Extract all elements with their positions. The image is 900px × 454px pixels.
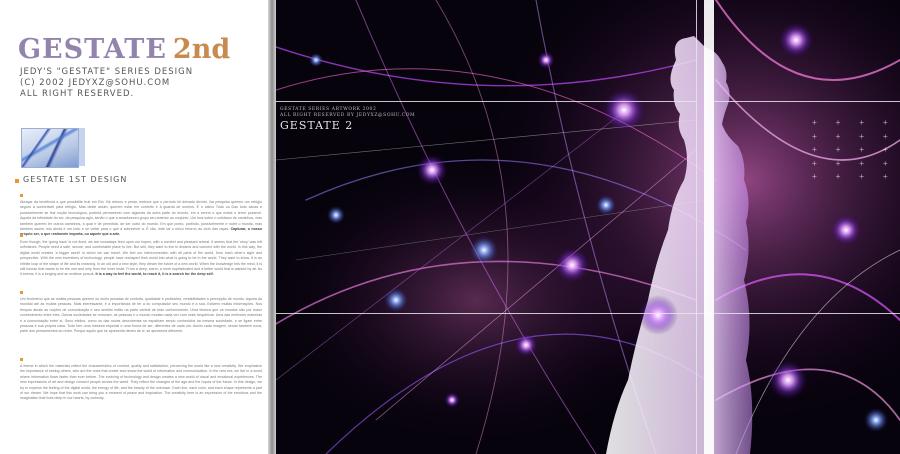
artwork-title: GESTATE 2 [280, 119, 354, 132]
paragraph-text: Even though, the 'going back' is not fix… [20, 240, 262, 277]
vertical-white-band [704, 0, 714, 454]
artwork-caption-line-2: ALL RIGHT RESERVED BY JEDYXZ@SOHU.COM [280, 113, 416, 118]
page-gutter [268, 0, 276, 454]
frame-rule-vertical [696, 0, 697, 454]
section-title: GESTATE 1ST DESIGN [23, 175, 128, 184]
artwork-caption-line-1: GESTATE SERIES ARTWORK 2002 [280, 107, 377, 112]
first-design-thumbnail [21, 128, 79, 168]
title-suffix: 2nd [172, 34, 231, 65]
frame-rule-top [276, 101, 696, 102]
paragraph-bullet-icon [20, 194, 23, 197]
section-bullet-icon [15, 179, 19, 183]
credit-line-rights: ALL RIGHT RESERVED. [20, 89, 135, 99]
paragraph-bullet-icon [20, 234, 23, 237]
paragraph-text: Um fenômeno que as muitas pessoas querem… [20, 297, 262, 334]
credit-line-copyright: (C) 2002 JEDYXZ@SOHU.COM [20, 78, 171, 88]
title-main: GESTATE [18, 34, 167, 65]
paragraph-bullet-icon [20, 358, 23, 361]
cover-text-panel: GESTATE 2nd JEDY'S "GESTATE" SERIES DESIG… [0, 0, 268, 454]
paragraph-english-2: A theme in which the materials reflect t… [20, 358, 262, 402]
plus-grid-decoration: + + + + + + + + + + + + + + + + + + + + [812, 118, 895, 182]
cover-title: GESTATE 2nd [18, 34, 230, 65]
paragraph-bullet-icon [20, 291, 23, 294]
paragraph-text: A theme in which the materials reflect t… [20, 364, 262, 401]
abstract-light-artwork [276, 0, 900, 454]
artwork-panel: GESTATE SERIES ARTWORK 2002 ALL RIGHT RE… [276, 0, 900, 454]
credit-line-series: JEDY'S "GESTATE" SERIES DESIGN [20, 67, 194, 77]
paragraph-emphasis: It is a way to feel the world, to reach … [95, 272, 214, 277]
paragraph-portuguese-1: Abraçar da tendência a que possibilite f… [20, 194, 262, 238]
paragraph-english-1: Even though, the 'going back' is not fix… [20, 234, 262, 278]
thumbnail-edge [79, 128, 85, 166]
frame-rule-top-right [714, 101, 900, 102]
paragraph-portuguese-2: Um fenômeno que as muitas pessoas querem… [20, 291, 262, 335]
paragraph-text: Abraçar da tendência a que possibilite f… [20, 200, 262, 232]
frame-rule-bottom [276, 313, 900, 314]
